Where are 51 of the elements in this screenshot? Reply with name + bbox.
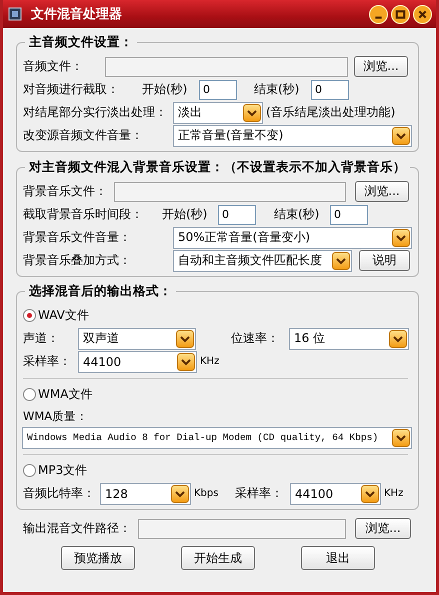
button[interactable]: 开始生成 bbox=[181, 546, 255, 570]
dropdown[interactable]: 16 位 bbox=[289, 328, 409, 350]
field-label: 音频比特率： bbox=[23, 485, 96, 502]
radio-button[interactable]: WAV文件 bbox=[23, 307, 89, 324]
field-label: 对音频进行截取： bbox=[23, 81, 120, 98]
field-label: 开始(秒) bbox=[142, 81, 188, 98]
section-title: 选择混音后的输出格式： bbox=[25, 283, 176, 300]
end-field[interactable]: 0 bbox=[330, 204, 368, 224]
field-label: 改变源音频文件音量： bbox=[23, 127, 144, 144]
window-title: 文件混音处理器 bbox=[31, 6, 123, 23]
dropdown[interactable]: Windows Media Audio 8 for Dial-up Modem (CD quality, 64 Kbps) bbox=[22, 426, 412, 448]
dropdown[interactable]: 正常音量(音量不变) bbox=[173, 124, 412, 146]
dropdown[interactable]: 双声道 bbox=[78, 328, 196, 350]
dropdown[interactable]: 44100 bbox=[78, 350, 197, 372]
field-label: 开始(秒) bbox=[162, 206, 208, 223]
field-label: 结束(秒) bbox=[274, 206, 320, 223]
field-label: 输出混音文件路径： bbox=[23, 520, 132, 537]
dropdown[interactable]: 50%正常音量(音量变小) bbox=[173, 226, 412, 248]
dropdown[interactable]: 44100 bbox=[290, 482, 381, 504]
start-field[interactable]: 0 bbox=[199, 80, 237, 100]
button[interactable]: 预览播放 bbox=[61, 546, 135, 570]
field-label: KHz bbox=[384, 488, 404, 499]
field-label: 结束(秒) bbox=[254, 81, 300, 98]
button[interactable]: 退出 bbox=[301, 546, 375, 570]
start-field[interactable]: 0 bbox=[218, 204, 256, 224]
field-label: 采样率： bbox=[23, 353, 72, 370]
field-label: 背景音乐文件： bbox=[23, 183, 108, 200]
button[interactable]: 浏览... bbox=[354, 56, 408, 77]
dropdown[interactable]: 自动和主音频文件匹配长度 bbox=[173, 250, 352, 272]
field-label: WMA质量： bbox=[23, 408, 88, 424]
field-label: 对结尾部分实行淡出处理： bbox=[23, 104, 168, 121]
section-title: 对主音频文件混入背景音乐设置：（不设置表示不加入背景音乐） bbox=[25, 159, 410, 176]
field-label: 声道： bbox=[23, 330, 60, 347]
radio-button[interactable]: WMA文件 bbox=[23, 386, 92, 403]
field-label: 位速率： bbox=[231, 330, 280, 347]
button[interactable]: 浏览... bbox=[355, 181, 409, 202]
field-label: (音乐结尾淡出处理功能) bbox=[266, 104, 396, 121]
field-label: 音频文件： bbox=[23, 58, 84, 75]
radio-button[interactable]: MP3文件 bbox=[23, 462, 88, 479]
field-label: 背景音乐文件音量： bbox=[23, 229, 132, 246]
section-title: 主音频文件设置： bbox=[25, 34, 137, 51]
button[interactable]: 浏览... bbox=[355, 518, 411, 539]
button[interactable]: 说明 bbox=[359, 250, 410, 271]
dropdown[interactable]: 128 bbox=[100, 482, 191, 504]
field-label: 背景音乐叠加方式： bbox=[23, 252, 132, 269]
dropdown[interactable]: 淡出 bbox=[173, 102, 263, 124]
field-label: KHz bbox=[200, 356, 220, 367]
field-label: 截取背景音乐时间段： bbox=[23, 206, 144, 223]
end-field[interactable]: 0 bbox=[311, 80, 349, 100]
field-label: Kbps bbox=[194, 488, 220, 499]
field-label: 采样率： bbox=[235, 485, 284, 502]
